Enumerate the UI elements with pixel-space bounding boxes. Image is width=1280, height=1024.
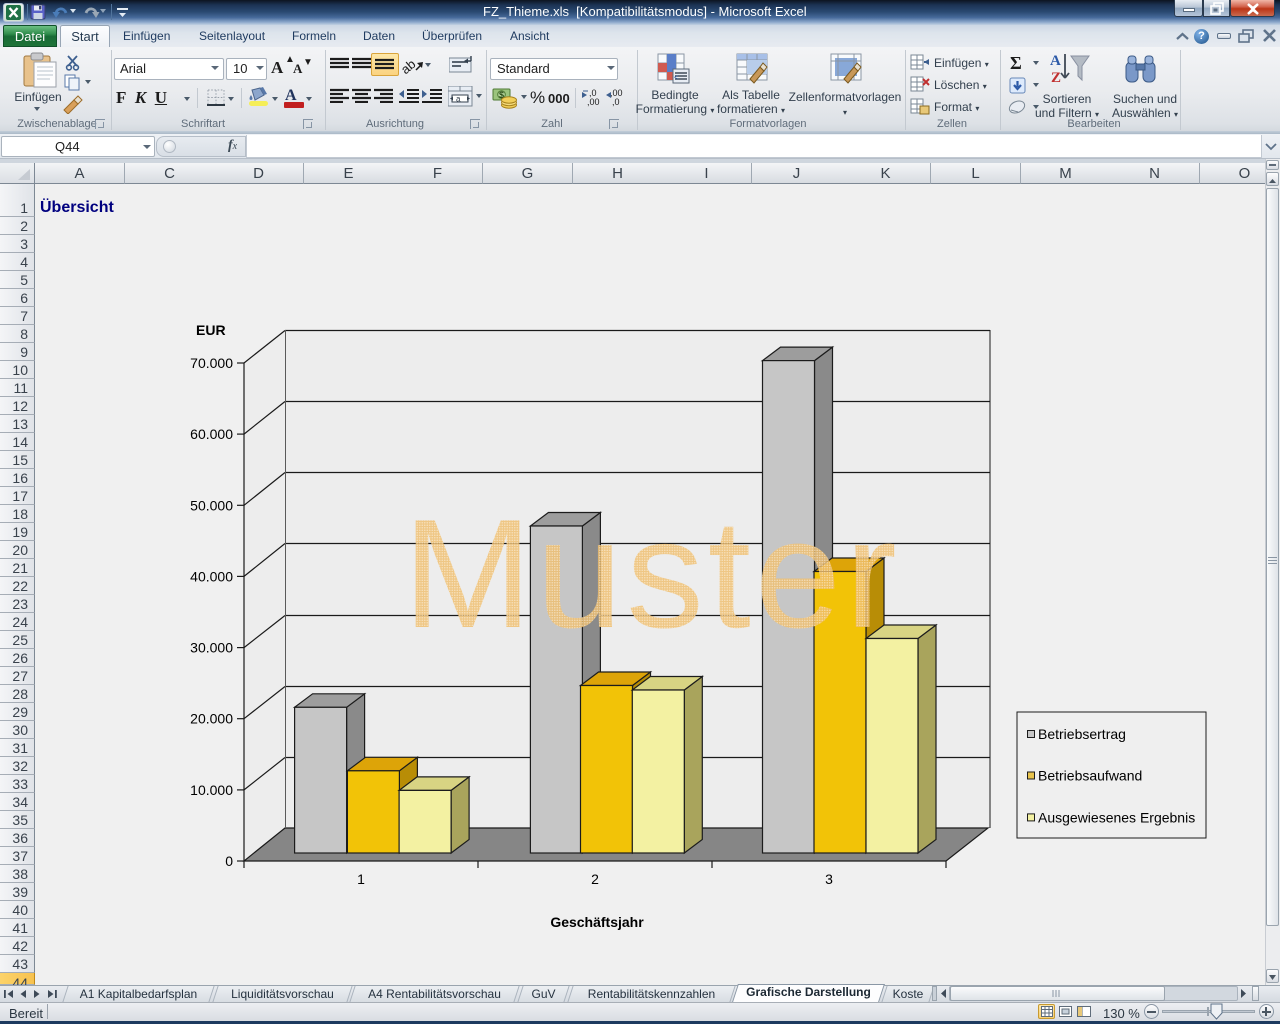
svg-text:,00: ,00 [587, 97, 600, 107]
svg-text:a: a [456, 95, 461, 104]
svg-text:20.000: 20.000 [190, 711, 233, 727]
svg-text:Muster: Muster [403, 487, 901, 660]
svg-text:Z: Z [1051, 70, 1061, 86]
svg-text:30.000: 30.000 [190, 640, 233, 656]
svg-text:1: 1 [357, 871, 365, 887]
svg-text:60.000: 60.000 [190, 426, 233, 442]
svg-text:Betriebsaufwand: Betriebsaufwand [1038, 768, 1142, 784]
svg-text:EUR: EUR [196, 322, 226, 338]
svg-text:Betriebsertrag: Betriebsertrag [1038, 726, 1126, 742]
svg-text:Ausgewiesenes Ergebnis: Ausgewiesenes Ergebnis [1038, 809, 1195, 825]
svg-text:A: A [1050, 53, 1061, 69]
svg-text:40.000: 40.000 [190, 568, 233, 584]
svg-text:Geschäftsjahr: Geschäftsjahr [550, 914, 644, 930]
svg-text:70.000: 70.000 [190, 355, 233, 371]
svg-text:<: < [674, 73, 679, 82]
svg-text:2: 2 [591, 871, 599, 887]
svg-text:3: 3 [825, 871, 833, 887]
svg-text:10.000: 10.000 [190, 782, 233, 798]
svg-text:0: 0 [225, 853, 233, 869]
svg-text:ab: ab [402, 56, 418, 76]
svg-text:,0: ,0 [612, 97, 620, 107]
svg-text:50.000: 50.000 [190, 497, 233, 513]
